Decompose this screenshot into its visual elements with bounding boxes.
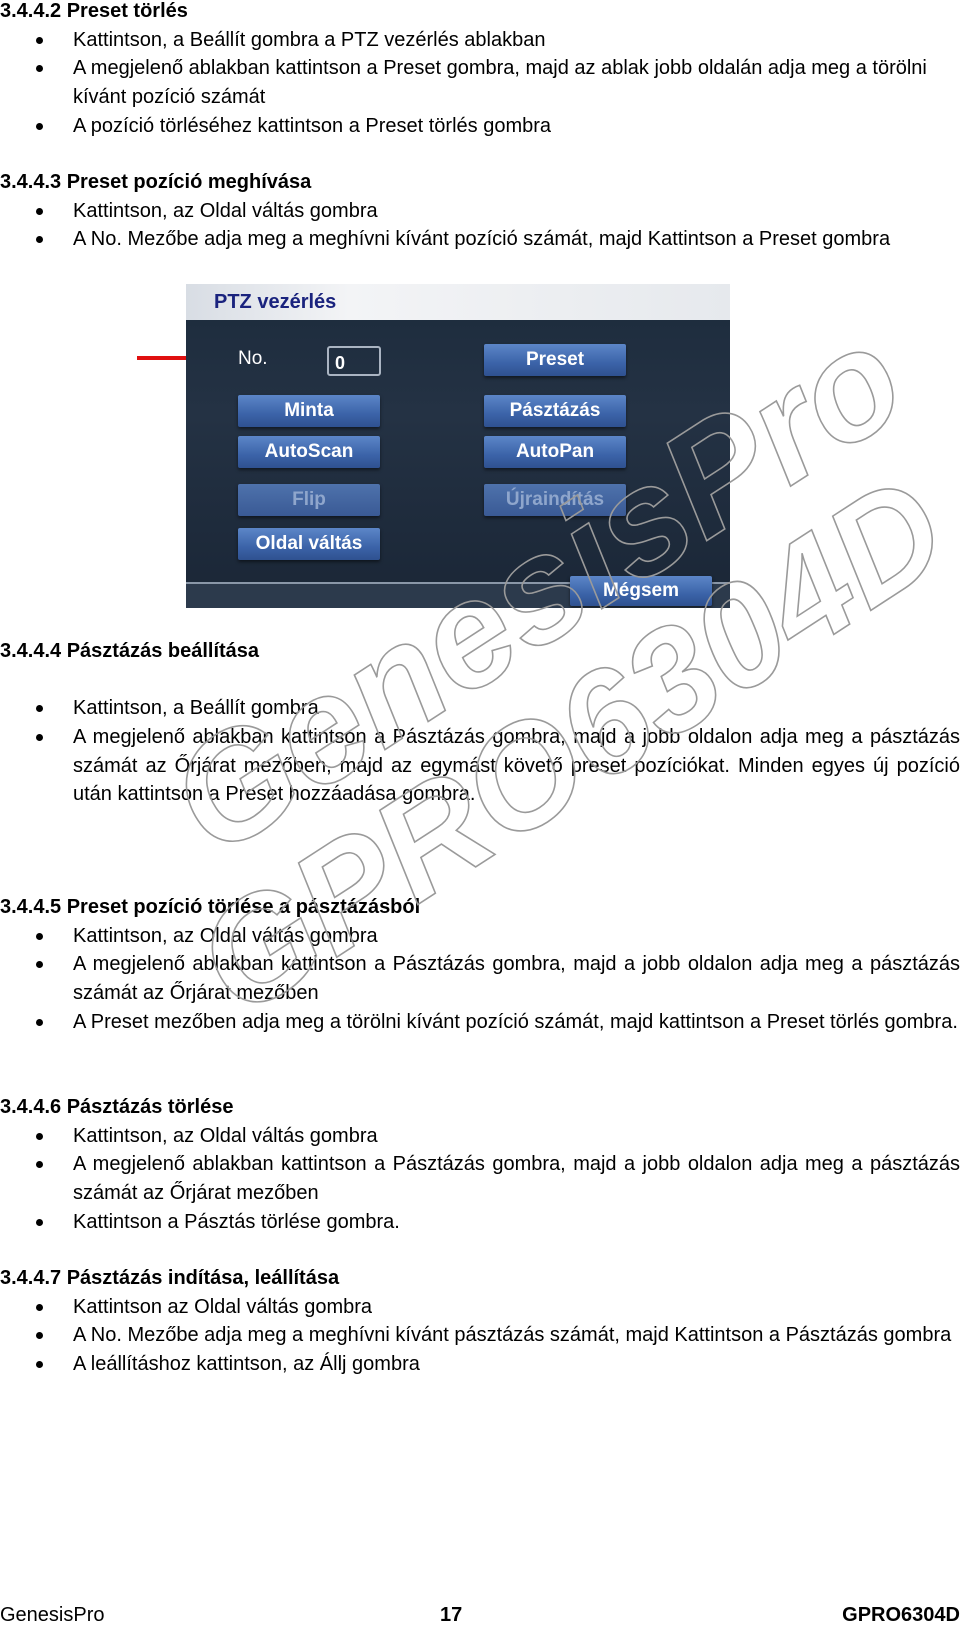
list-item: A pozíció törléséhez kattintson a Preset… [0,112,960,141]
list-item: A No. Mezőbe adja meg a meghívni kívánt … [0,1321,960,1350]
list-item: A No. Mezőbe adja meg a meghívni kívánt … [0,225,960,254]
heading: 3.4.4.7 Pásztázás indítása, leállítása [0,1267,340,1289]
section-preset-meghivasa: 3.4.4.3 Preset pozíció meghívása Kattint… [0,168,960,254]
list-item: Kattintson a Pásztás törlése gombra. [0,1208,960,1237]
list-item: Kattintson az Oldal váltás gombra [0,1293,960,1322]
footer-brand: GenesisPro [0,1604,105,1626]
list-item: A megjelenő ablakban kattintson a Pásztá… [0,950,960,1007]
list-item: Kattintson, a Beállít gombra [0,694,960,723]
bullet-icon [36,122,43,130]
bullet-icon [36,734,43,742]
bullet-icon [36,932,43,940]
bullet-icon [36,1161,43,1169]
list-item: A megjelenő ablakban kattintson a Pásztá… [0,723,960,809]
megsem-button[interactable]: Mégsem [570,576,712,606]
page-number: 17 [440,1604,463,1626]
autopan-button[interactable]: AutoPan [484,436,626,468]
no-input[interactable]: 0 [327,346,381,376]
bullet-icon [36,36,43,44]
bullet-icon [36,1332,43,1340]
section-pasztazas-beallitasa: 3.4.4.4 Pásztázás beállítása Kattintson,… [0,637,960,809]
oldal-valtas-button[interactable]: Oldal váltás [238,528,380,560]
page-footer: GenesisPro 17 GPRO6304D [0,1600,960,1630]
pasztazas-button[interactable]: Pásztázás [484,395,626,427]
list-item: A Preset mezőben adja meg a törölni kívá… [0,1008,960,1037]
autoscan-button[interactable]: AutoScan [238,436,380,468]
section-preset-torlese-pasztazasbol: 3.4.4.5 Preset pozíció törlése a pásztáz… [0,893,960,1037]
list-item: A megjelenő ablakban kattintson a Preset… [0,54,960,111]
no-label: No. [238,348,268,369]
bullet-icon [36,961,43,969]
list-item: Kattintson, az Oldal váltás gombra [0,1122,960,1151]
bullet-icon [36,1018,43,1026]
list-item: A megjelenő ablakban kattintson a Pásztá… [0,1150,960,1207]
heading: 3.4.4.2 Preset törlés [0,0,188,22]
bullet-icon [36,1218,43,1226]
bullet-icon [36,236,43,244]
bullet-icon [36,1361,43,1369]
bullet-icon [36,705,43,713]
bullet-icon [36,207,43,215]
heading: 3.4.4.6 Pásztázás törlése [0,1096,234,1118]
bullet-icon [36,1132,43,1140]
flip-button[interactable]: Flip [238,484,380,516]
heading: 3.4.4.5 Preset pozíció törlése a pásztáz… [0,896,421,918]
minta-button[interactable]: Minta [238,395,380,427]
ptz-dialog-screenshot: PTZ vezérlés No. 0 Preset Minta Pásztázá… [186,284,730,608]
list-item: Kattintson, a Beállít gombra a PTZ vezér… [0,26,960,55]
preset-button[interactable]: Preset [484,344,626,376]
heading: 3.4.4.3 Preset pozíció meghívása [0,171,312,193]
section-pasztazas-inditasa: 3.4.4.7 Pásztázás indítása, leállítása K… [0,1264,960,1379]
section-preset-torles: 3.4.4.2 Preset törlés Kattintson, a Beál… [0,0,960,141]
list-item: Kattintson, az Oldal váltás gombra [0,197,960,226]
bullet-icon [36,1303,43,1311]
ujrainditas-button[interactable]: Újraindítás [484,484,626,516]
heading: 3.4.4.4 Pásztázás beállítása [0,640,260,662]
dialog-title: PTZ vezérlés [186,284,730,320]
list-item: A leállításhoz kattintson, az Állj gombr… [0,1350,960,1379]
section-pasztazas-torlese: 3.4.4.6 Pásztázás törlése Kattintson, az… [0,1093,960,1237]
bullet-icon [36,65,43,73]
list-item: Kattintson, az Oldal váltás gombra [0,922,960,951]
footer-model: GPRO6304D [842,1604,960,1626]
